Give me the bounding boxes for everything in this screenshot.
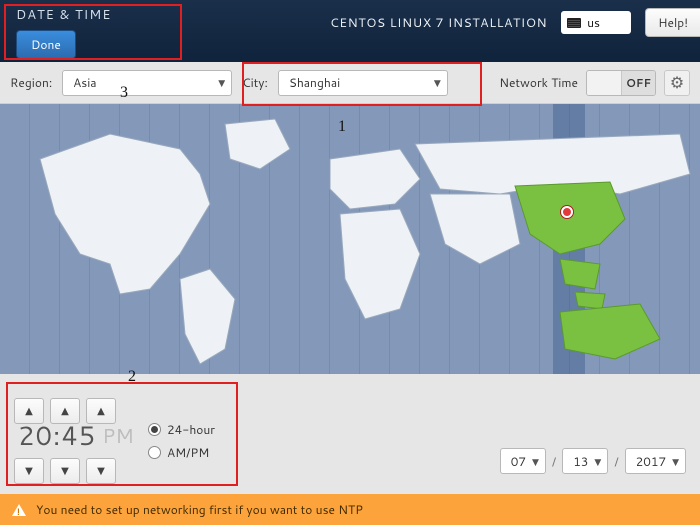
minutes-value: 45 <box>61 418 96 454</box>
minute-down-button[interactable]: ▼ <box>50 458 80 484</box>
ampm-value: PM <box>102 422 133 450</box>
network-time-settings-button[interactable]: ⚙ <box>664 70 690 96</box>
switch-on <box>587 71 621 95</box>
chevron-down-icon: ▼ <box>434 76 441 89</box>
date-picker: 07 ▼ / 13 ▼ / 2017 ▼ <box>500 448 686 474</box>
install-title: CENTOS LINUX 7 INSTALLATION <box>330 14 547 32</box>
year-combo[interactable]: 2017 ▼ <box>625 448 686 474</box>
city-marker <box>561 206 573 218</box>
year-value: 2017 <box>636 453 666 470</box>
chevron-down-icon: ▼ <box>594 455 601 468</box>
header: DATE & TIME Done CENTOS LINUX 7 INSTALLA… <box>0 0 700 62</box>
time-format-radios: 24-hour AM/PM <box>148 421 215 461</box>
ampm-down-button[interactable]: ▼ <box>86 458 116 484</box>
time-editor: ▲ ▼ ▲ ▼ ▲ ▼ 20:45 PM 24-hour <box>14 388 215 494</box>
month-combo[interactable]: 07 ▼ <box>500 448 546 474</box>
radio-checked-icon <box>148 423 161 436</box>
region-label: Region: <box>10 74 52 91</box>
date-sep: / <box>552 453 556 470</box>
help-button[interactable]: Help! <box>645 8 700 37</box>
radio-unchecked-icon <box>148 446 161 459</box>
toolbar: Region: Asia ▼ City: Shanghai ▼ Network … <box>0 62 700 104</box>
region-combo[interactable]: Asia ▼ <box>62 70 232 96</box>
region-value: Asia <box>73 74 96 91</box>
header-right: CENTOS LINUX 7 INSTALLATION us Help! <box>330 8 700 37</box>
chevron-down-icon: ▼ <box>218 76 225 89</box>
warning-bar: You need to set up networking first if y… <box>0 494 700 525</box>
format-24h-option[interactable]: 24-hour <box>148 421 215 438</box>
keyboard-layout-indicator[interactable]: us <box>561 11 631 34</box>
gear-icon: ⚙ <box>670 71 684 94</box>
city-label: City: <box>242 74 268 91</box>
format-ampm-option[interactable]: AM/PM <box>148 444 215 461</box>
annotation-number-2: 2 <box>128 368 136 386</box>
chevron-up-icon: ▲ <box>97 404 105 418</box>
network-time-group: Network Time OFF ⚙ <box>499 70 690 96</box>
format-24h-label: 24-hour <box>167 421 215 438</box>
network-time-switch[interactable]: OFF <box>586 70 656 96</box>
timezone-map[interactable] <box>0 104 700 374</box>
chevron-down-icon: ▼ <box>61 464 69 478</box>
world-map-svg <box>0 104 700 374</box>
date-sep: / <box>614 453 618 470</box>
annotation-number-3: 3 <box>120 84 128 102</box>
city-combo[interactable]: Shanghai ▼ <box>278 70 448 96</box>
keyboard-icon <box>567 18 581 28</box>
chevron-up-icon: ▲ <box>25 404 33 418</box>
city-value: Shanghai <box>289 74 340 91</box>
format-ampm-label: AM/PM <box>167 444 209 461</box>
day-combo[interactable]: 13 ▼ <box>562 448 608 474</box>
warning-text: You need to set up networking first if y… <box>36 501 363 518</box>
network-time-label: Network Time <box>499 74 578 91</box>
annotation-number-1: 1 <box>338 118 346 136</box>
time-display: 20:45 <box>14 418 100 454</box>
chevron-down-icon: ▼ <box>97 464 105 478</box>
done-button[interactable]: Done <box>16 30 76 59</box>
bottom-bar: ▲ ▼ ▲ ▼ ▲ ▼ 20:45 PM 24-hour <box>0 374 700 494</box>
hours-value: 20 <box>18 418 53 454</box>
switch-off: OFF <box>621 71 655 95</box>
hour-down-button[interactable]: ▼ <box>14 458 44 484</box>
month-value: 07 <box>511 453 526 470</box>
keyboard-layout-text: us <box>587 14 600 31</box>
chevron-down-icon: ▼ <box>25 464 33 478</box>
chevron-down-icon: ▼ <box>672 455 679 468</box>
chevron-down-icon: ▼ <box>532 455 539 468</box>
warning-icon <box>12 504 26 516</box>
day-value: 13 <box>573 453 588 470</box>
chevron-up-icon: ▲ <box>61 404 69 418</box>
